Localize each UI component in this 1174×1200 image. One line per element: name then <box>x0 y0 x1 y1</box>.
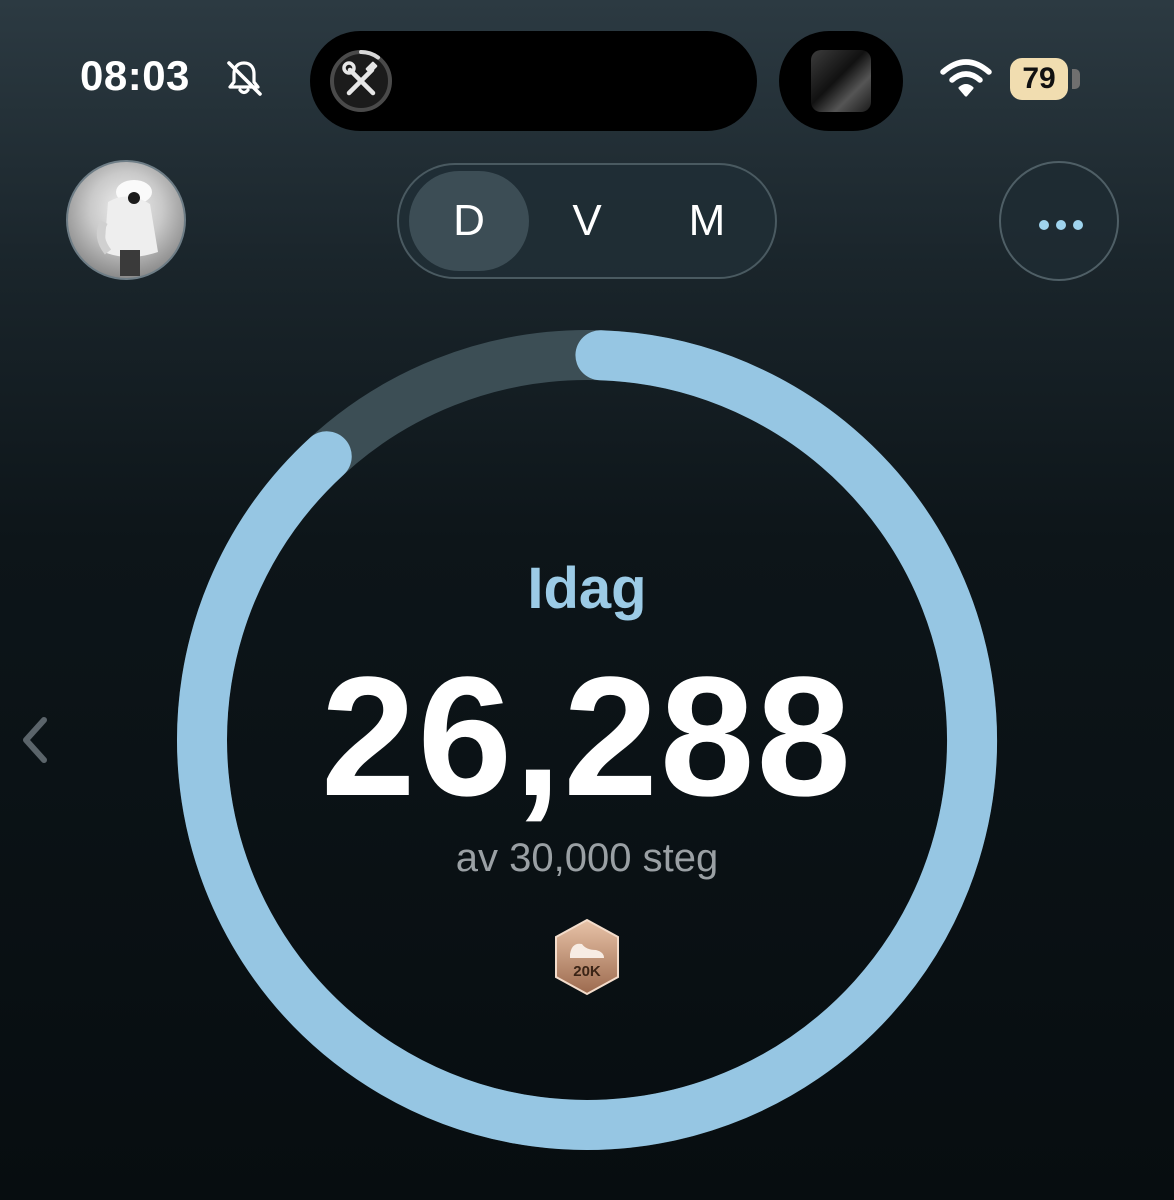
badge-label: 20K <box>573 963 601 980</box>
step-count: 26,288 <box>321 642 853 832</box>
step-goal: av 30,000 steg <box>455 836 719 880</box>
period-title: Idag <box>527 556 647 621</box>
achievement-badge[interactable]: 20K <box>552 918 622 996</box>
chevron-left-icon[interactable] <box>18 712 52 768</box>
